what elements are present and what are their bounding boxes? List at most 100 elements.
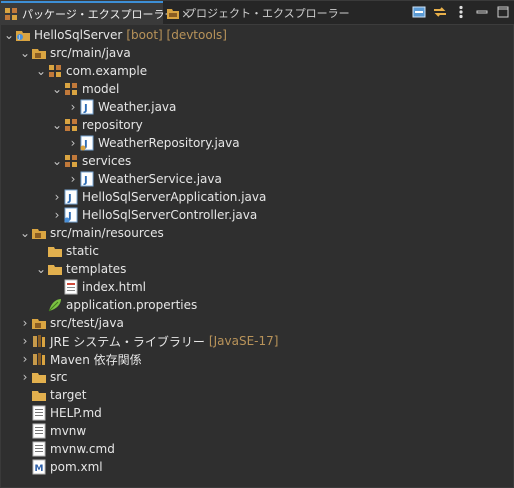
svg-text:J: J bbox=[67, 193, 72, 204]
tree-item-label: HelloSqlServerApplication.java bbox=[82, 190, 267, 204]
tree-item-label: WeatherService.java bbox=[98, 172, 222, 186]
tree-item-static[interactable]: static bbox=[35, 242, 99, 260]
tree-item-src[interactable]: › src bbox=[19, 368, 68, 386]
tree-item-services[interactable]: ⌄ services bbox=[51, 152, 131, 170]
tree-item-src-main-java[interactable]: ⌄ src/main/java bbox=[19, 44, 131, 62]
minimize-icon[interactable] bbox=[474, 4, 490, 20]
svg-text:J: J bbox=[83, 175, 88, 186]
chevron-down-icon[interactable]: ⌄ bbox=[3, 26, 15, 44]
chevron-down-icon[interactable]: ⌄ bbox=[19, 224, 31, 242]
text-file-icon bbox=[31, 405, 47, 421]
tree-item-label: com.example bbox=[66, 64, 148, 78]
tree-item-com-example[interactable]: ⌄ com.example bbox=[35, 62, 147, 80]
folder-icon bbox=[31, 387, 47, 403]
folder-icon bbox=[47, 243, 63, 259]
tree-item-label: HelloSqlServerController.java bbox=[82, 208, 258, 222]
tree-item-maven-dependencies[interactable]: › Maven 依存関係 bbox=[19, 350, 142, 368]
chevron-right-icon[interactable]: › bbox=[51, 188, 63, 206]
tree-item-application-properties[interactable]: application.properties bbox=[35, 296, 197, 314]
tree-item-weather-repository-java[interactable]: › J WeatherRepository.java bbox=[67, 134, 240, 152]
chevron-down-icon[interactable]: ⌄ bbox=[19, 44, 31, 62]
collapse-all-icon[interactable] bbox=[411, 4, 427, 20]
svg-text:M: M bbox=[35, 464, 44, 474]
tree-item-src-test-java[interactable]: › src/test/java bbox=[19, 314, 124, 332]
tree-item-label: index.html bbox=[82, 280, 146, 294]
svg-text:J: J bbox=[18, 35, 20, 41]
tree-item-mvnw[interactable]: mvnw bbox=[19, 422, 86, 440]
chevron-right-icon[interactable]: › bbox=[19, 332, 31, 350]
tree-item-label: JRE システム・ライブラリー bbox=[50, 334, 205, 349]
java-file-icon: J bbox=[63, 189, 79, 205]
chevron-down-icon[interactable]: ⌄ bbox=[35, 260, 47, 278]
tree-item-index-html[interactable]: index.html bbox=[51, 278, 146, 296]
chevron-right-icon[interactable]: › bbox=[51, 206, 63, 224]
tree-item-templates[interactable]: ⌄ templates bbox=[35, 260, 126, 278]
java-file-icon: J bbox=[79, 99, 95, 115]
tree-item-weather-java[interactable]: › J Weather.java bbox=[67, 98, 176, 116]
tab-package-explorer-label: パッケージ・エクスプローラー bbox=[22, 8, 176, 21]
chevron-right-icon[interactable]: › bbox=[19, 350, 31, 368]
tree-item-application-java[interactable]: › J HelloSqlServerApplication.java bbox=[51, 188, 266, 206]
chevron-down-icon[interactable]: ⌄ bbox=[35, 62, 47, 80]
source-folder-icon bbox=[31, 225, 47, 241]
project-icon: J bbox=[15, 27, 31, 43]
tree-item-label: src/main/resources bbox=[50, 226, 164, 240]
tree-item-mvnw-cmd[interactable]: mvnw.cmd bbox=[19, 440, 115, 458]
tree-item-label: pom.xml bbox=[50, 460, 103, 474]
source-folder-icon bbox=[31, 45, 47, 61]
svg-text:J: J bbox=[83, 103, 88, 114]
chevron-right-icon[interactable]: › bbox=[19, 314, 31, 332]
project-explorer-icon bbox=[165, 5, 181, 21]
tree-item-label: static bbox=[66, 244, 99, 258]
tree-item-label: target bbox=[50, 388, 87, 402]
text-file-icon bbox=[31, 423, 47, 439]
view-toolbar bbox=[411, 4, 511, 20]
tree-item-label: application.properties bbox=[66, 298, 198, 312]
tree-item-pom-xml[interactable]: M pom.xml bbox=[19, 458, 103, 476]
library-icon bbox=[31, 351, 47, 367]
tab-package-explorer[interactable]: パッケージ・エクスプローラー ✕ bbox=[1, 1, 191, 25]
tree-item-label: model bbox=[82, 82, 120, 96]
tab-project-explorer[interactable]: プロジェクト・エクスプローラー bbox=[165, 1, 350, 25]
tree-item-jre-library[interactable]: › JRE システム・ライブラリー [JavaSE-17] bbox=[19, 332, 279, 350]
tree-item-label: repository bbox=[82, 118, 143, 132]
properties-file-icon bbox=[47, 297, 63, 313]
tree-item-model[interactable]: ⌄ model bbox=[51, 80, 119, 98]
tree-item-repository[interactable]: ⌄ repository bbox=[51, 116, 143, 134]
chevron-right-icon[interactable]: › bbox=[67, 170, 79, 188]
tree-item-label: HelloSqlServer bbox=[34, 28, 123, 42]
java-file-icon: J bbox=[79, 171, 95, 187]
folder-icon bbox=[47, 261, 63, 277]
library-icon bbox=[31, 333, 47, 349]
tree-item-label: services bbox=[82, 154, 132, 168]
chevron-right-icon[interactable]: › bbox=[19, 368, 31, 386]
tree-item-help-md[interactable]: HELP.md bbox=[19, 404, 102, 422]
package-icon bbox=[63, 117, 79, 133]
tree-item-label: WeatherRepository.java bbox=[98, 136, 240, 150]
tree-item-decoration: [boot] [devtools] bbox=[126, 28, 227, 42]
tree-item-label: HELP.md bbox=[50, 406, 102, 420]
tree-item-project[interactable]: ⌄ J HelloSqlServer [boot] [devtools] bbox=[3, 26, 227, 44]
chevron-right-icon[interactable]: › bbox=[67, 134, 79, 152]
tree-item-decoration: [JavaSE-17] bbox=[208, 334, 279, 348]
tree-item-weather-service-java[interactable]: › J WeatherService.java bbox=[67, 170, 222, 188]
chevron-right-icon[interactable]: › bbox=[67, 98, 79, 116]
link-with-editor-icon[interactable] bbox=[432, 4, 448, 20]
chevron-down-icon[interactable]: ⌄ bbox=[51, 152, 63, 170]
maximize-icon[interactable] bbox=[495, 4, 511, 20]
java-file-icon: J bbox=[63, 207, 79, 223]
tree-item-label: src bbox=[50, 370, 68, 384]
view-menu-icon[interactable] bbox=[453, 4, 469, 20]
tree-item-label: Weather.java bbox=[98, 100, 177, 114]
tree-item-controller-java[interactable]: › J HelloSqlServerController.java bbox=[51, 206, 257, 224]
view-tab-bar: パッケージ・エクスプローラー ✕ プロジェクト・エクスプローラー bbox=[1, 1, 514, 25]
chevron-down-icon[interactable]: ⌄ bbox=[51, 80, 63, 98]
source-folder-icon bbox=[31, 315, 47, 331]
tree-item-src-main-resources[interactable]: ⌄ src/main/resources bbox=[19, 224, 164, 242]
chevron-down-icon[interactable]: ⌄ bbox=[51, 116, 63, 134]
html-file-icon bbox=[63, 279, 79, 295]
tree-item-label: templates bbox=[66, 262, 127, 276]
folder-icon bbox=[31, 369, 47, 385]
tree-item-target[interactable]: target bbox=[19, 386, 87, 404]
java-file-icon: J bbox=[79, 135, 95, 151]
